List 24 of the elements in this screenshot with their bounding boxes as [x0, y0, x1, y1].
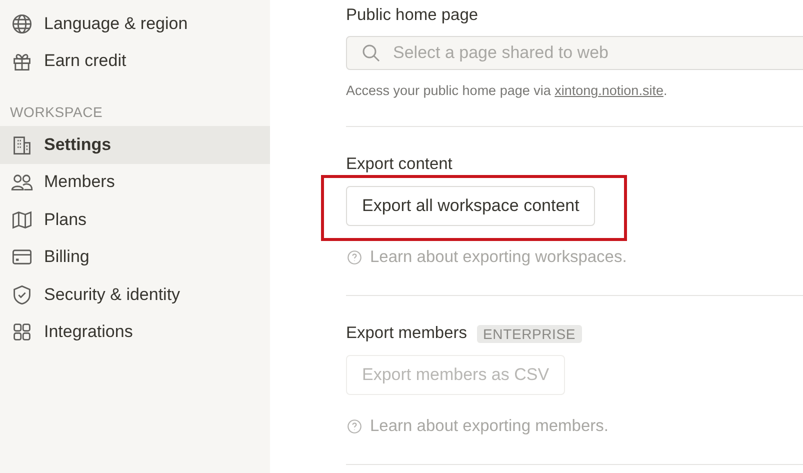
help-icon: [346, 249, 363, 266]
sidebar-item[interactable]: Members: [0, 164, 270, 201]
grid-icon: [11, 321, 33, 344]
sidebar-item[interactable]: Security & identity: [0, 276, 270, 314]
section-title: Public home page: [346, 6, 480, 25]
export-button[interactable]: Export all workspace content: [346, 186, 596, 226]
sidebar-item[interactable]: Earn credit: [0, 42, 270, 80]
section-title: Export content: [346, 155, 452, 174]
globe-icon: [11, 12, 33, 35]
sidebar-item[interactable]: Billing: [0, 238, 270, 276]
help-icon: [346, 418, 363, 435]
sidebar-item[interactable]: Plans: [0, 201, 270, 238]
sidebar-item[interactable]: Settings: [0, 126, 270, 164]
section-header: WORKSPACE: [9, 103, 104, 122]
shield-check-icon: [11, 284, 33, 306]
plan-badge: ENTERPRISE: [477, 324, 582, 342]
site-link[interactable]: xintong.notion.site: [554, 83, 664, 98]
building-icon: [11, 134, 33, 156]
map-icon: [11, 208, 33, 231]
sidebar-item[interactable]: Language & region: [0, 5, 270, 42]
sidebar-item[interactable]: Integrations: [0, 314, 270, 351]
section-title: Export members: [346, 324, 468, 343]
caption-text: Access your public home page via xintong.notion.site.: [346, 83, 668, 98]
search-field[interactable]: Select a page shared to web: [346, 36, 803, 70]
